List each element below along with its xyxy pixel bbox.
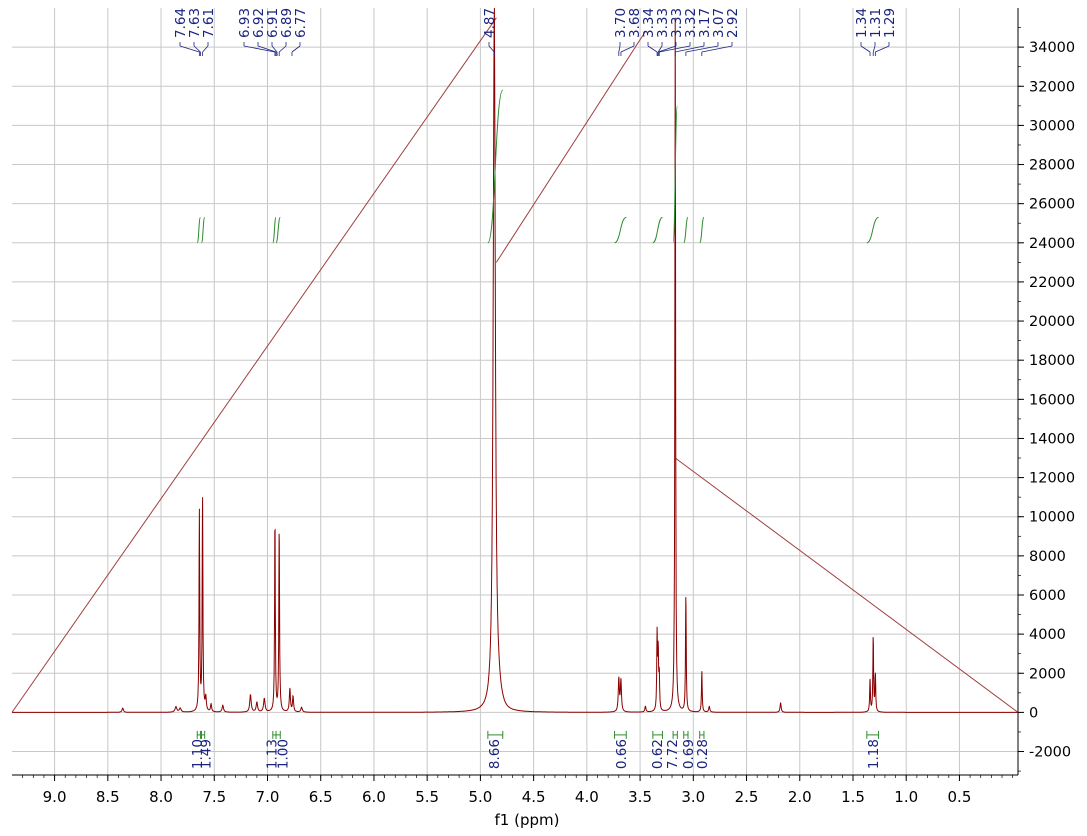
y-tick-label: 20000 — [1029, 314, 1075, 330]
nmr-chart: 9.0 8.5 8.0 7.5 7.0 6.5 6.0 5.5 5.0 4.5 4.0 3.5 3.0 2… — [11, 8, 1075, 829]
y-tick-label: 10000 — [1029, 510, 1075, 526]
x-tick-label: 1.5 — [841, 788, 865, 806]
x-tick-label: 2.5 — [735, 788, 759, 806]
x-tick-label: 5.5 — [415, 788, 439, 806]
peak-label: 6.77 — [293, 8, 309, 38]
integral-value-label: 0.66 — [614, 739, 630, 769]
x-tick-label: 8.5 — [96, 788, 120, 806]
y-tick-label: 0 — [1029, 705, 1038, 721]
x-tick-label: 4.0 — [575, 788, 599, 806]
peak-label: 4.87 — [482, 8, 498, 38]
y-tick-label: 14000 — [1029, 431, 1075, 447]
x-tick-label: 2.0 — [788, 788, 812, 806]
x-tick-label: 6.0 — [362, 788, 386, 806]
y-tick-label: 12000 — [1029, 471, 1075, 487]
integral-value-label: 1.49 — [199, 739, 215, 769]
x-tick-label: 4.5 — [522, 788, 546, 806]
y-tick-label: 26000 — [1029, 197, 1075, 213]
x-tick-label: 0.5 — [948, 788, 972, 806]
y-tick-label: 30000 — [1029, 118, 1075, 134]
integral-value-label: 0.28 — [695, 739, 711, 769]
x-tick-label: 7.0 — [256, 788, 280, 806]
peak-label: 7.61 — [201, 8, 217, 38]
y-tick-label: 2000 — [1029, 666, 1066, 682]
y-tick-label: 24000 — [1029, 236, 1075, 252]
x-tick-label: 8.0 — [149, 788, 173, 806]
x-tick-label: 5.0 — [468, 788, 492, 806]
plot-area — [12, 8, 1018, 775]
integral-value-label: 8.66 — [487, 739, 503, 769]
y-tick-label: 8000 — [1029, 549, 1066, 565]
x-axis-label: f1 (ppm) — [495, 811, 560, 829]
y-tick-label: 6000 — [1029, 588, 1066, 604]
y-tick-label: 16000 — [1029, 392, 1075, 408]
peak-label: 2.92 — [725, 8, 741, 38]
peak-label: 1.29 — [882, 8, 898, 38]
y-tick-label: 22000 — [1029, 275, 1075, 291]
x-tick-label: 3.5 — [628, 788, 652, 806]
x-tick-label: 7.5 — [202, 788, 226, 806]
y-tick-label: 28000 — [1029, 158, 1075, 174]
nmr-spectrum-view: absuomik MR 9.08.58.07.57.06.56.05.55.04… — [0, 0, 1087, 836]
x-tick-label: 6.5 — [309, 788, 333, 806]
integral-value-label: 1.18 — [866, 739, 882, 769]
y-tick-label: 4000 — [1029, 627, 1066, 643]
integral-value-label: 1.00 — [275, 739, 291, 769]
integral-value-label: 0.62 — [650, 739, 666, 769]
y-tick-label: 32000 — [1029, 79, 1075, 95]
y-tick-label: -2000 — [1029, 745, 1071, 761]
integral-value-label: 7.72 — [665, 739, 681, 769]
x-tick-label: 3.0 — [681, 788, 705, 806]
y-tick-label: 18000 — [1029, 353, 1075, 369]
x-tick-label: 1.0 — [894, 788, 918, 806]
y-tick-label: 34000 — [1029, 40, 1075, 56]
x-tick-label: 9.0 — [43, 788, 67, 806]
